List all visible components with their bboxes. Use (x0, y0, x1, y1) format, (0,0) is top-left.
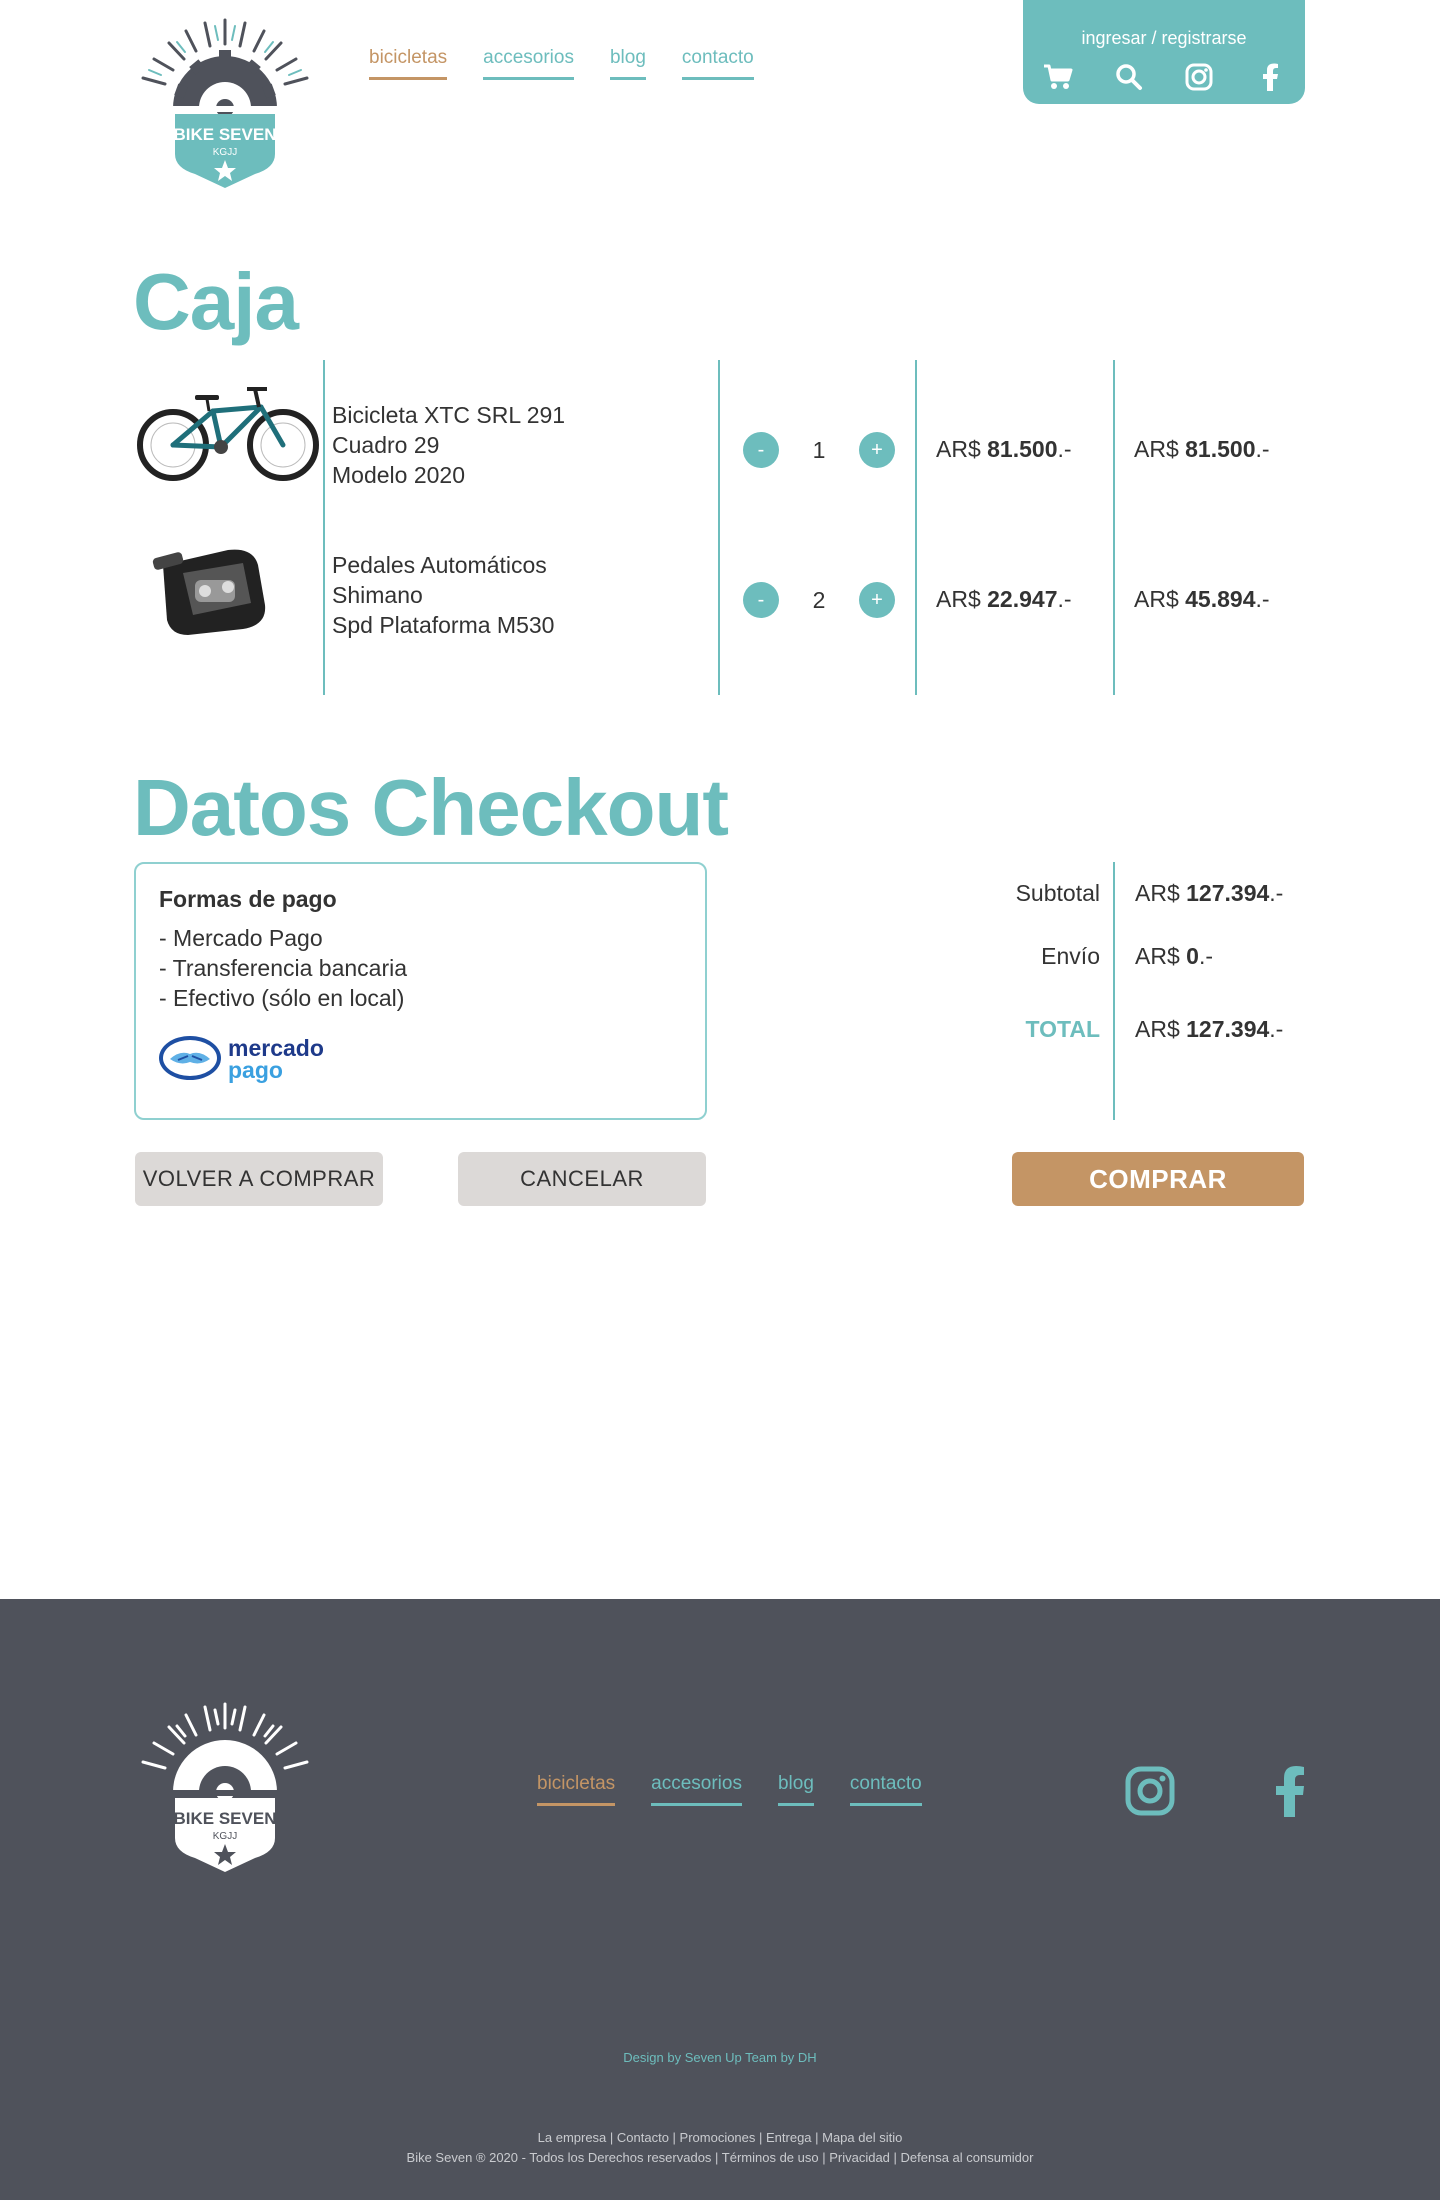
bike-seven-logo[interactable]: BIKE SEVEN KGJJ (133, 18, 317, 190)
svg-text:BIKE SEVEN: BIKE SEVEN (174, 1809, 277, 1828)
unit-price: AR$ 22.947.- (936, 586, 1072, 612)
payment-methods-box: Formas de pago - Mercado Pago - Transfer… (134, 862, 707, 1120)
footer-nav-bicicletas[interactable]: bicicletas (537, 1773, 616, 1806)
pedal-product-image (152, 549, 266, 635)
svg-text:KGJJ: KGJJ (213, 1831, 237, 1842)
line-total: AR$ 45.894.- (1134, 586, 1270, 612)
search-icon[interactable] (1112, 60, 1146, 94)
bike-seven-logo-footer[interactable]: BIKE SEVEN KGJJ (133, 1702, 317, 1874)
footer-links[interactable]: La empresa | Contacto | Promociones | En… (0, 2130, 1440, 2145)
quantity-stepper: - 2 + (743, 580, 895, 620)
cancel-button[interactable]: CANCELAR (458, 1152, 706, 1206)
product-name: Bicicleta XTC SRL 291 Cuadro 29 Modelo 2… (332, 402, 566, 488)
order-totals: Subtotal AR$ 127.394.- Envío AR$ 0.- TOT… (980, 862, 1305, 1120)
cart-title: Caja (133, 257, 299, 346)
footer-legal: Bike Seven ® 2020 - Todos los Derechos r… (406, 2150, 1034, 2165)
payment-method: - Mercado Pago (159, 925, 323, 951)
decrease-qty-button[interactable]: - (743, 432, 779, 468)
footer-nav-accesorios[interactable]: accesorios (651, 1773, 742, 1806)
instagram-icon[interactable] (1124, 1765, 1176, 1817)
payment-method: - Transferencia bancaria (159, 955, 408, 981)
total-label: TOTAL (1025, 1016, 1100, 1042)
login-register-link[interactable]: ingresar / registrarse (1023, 28, 1305, 49)
total-value: AR$ 127.394.- (1135, 1016, 1284, 1042)
user-panel: ingresar / registrarse (1023, 0, 1305, 104)
bike-product-image (137, 387, 319, 481)
facebook-icon[interactable] (1272, 1765, 1308, 1817)
shipping-label: Envío (1041, 943, 1100, 969)
design-credit: Design by Seven Up Team by DH (623, 2050, 817, 2065)
instagram-icon[interactable] (1182, 60, 1216, 94)
nav-contacto[interactable]: contacto (681, 47, 754, 80)
footer: BIKE SEVEN KGJJ bicicletas accesorios bl… (0, 1599, 1440, 2200)
svg-text:KGJJ: KGJJ (213, 147, 237, 158)
footer-nav: bicicletas accesorios blog contacto (537, 1773, 922, 1806)
payment-title: Formas de pago (159, 886, 337, 912)
product-name: Pedales Automáticos Shimano Spd Platafor… (332, 552, 555, 638)
quantity-value: 2 (812, 586, 826, 613)
nav-accesorios[interactable]: accesorios (483, 47, 574, 80)
nav-blog[interactable]: blog (609, 47, 646, 80)
shipping-value: AR$ 0.- (1135, 943, 1213, 969)
cart-row: Bicicleta XTC SRL 291 Cuadro 29 Modelo 2… (133, 360, 1305, 510)
svg-text:pago: pago (228, 1057, 283, 1083)
nav-bicicletas[interactable]: bicicletas (369, 47, 448, 80)
main-nav: bicicletas accesorios blog contacto (369, 47, 754, 80)
cart-row: Pedales Automáticos Shimano Spd Platafor… (133, 510, 1305, 660)
decrease-qty-button[interactable]: - (743, 582, 779, 618)
svg-text:BIKE SEVEN: BIKE SEVEN (174, 125, 277, 144)
increase-qty-button[interactable]: + (858, 432, 895, 468)
payment-method: - Efectivo (sólo en local) (159, 985, 405, 1011)
line-total: AR$ 81.500.- (1134, 436, 1270, 462)
mercado-pago-logo: mercado pago (159, 1035, 324, 1083)
increase-qty-button[interactable]: + (858, 582, 895, 618)
cart-icon[interactable] (1041, 60, 1075, 94)
cart-table: Bicicleta XTC SRL 291 Cuadro 29 Modelo 2… (133, 360, 1305, 695)
quantity-value: 1 (812, 436, 826, 463)
subtotal-value: AR$ 127.394.- (1135, 880, 1284, 906)
quantity-stepper: - 1 + (743, 430, 895, 470)
subtotal-label: Subtotal (1015, 880, 1100, 906)
footer-nav-blog[interactable]: blog (777, 1773, 814, 1806)
facebook-icon[interactable] (1253, 60, 1287, 94)
checkout-title: Datos Checkout (133, 763, 729, 852)
buy-button[interactable]: COMPRAR (1012, 1152, 1304, 1206)
unit-price: AR$ 81.500.- (936, 436, 1072, 462)
back-to-shop-button[interactable]: VOLVER A COMPRAR (135, 1152, 383, 1206)
footer-nav-contacto[interactable]: contacto (849, 1773, 922, 1806)
column-divider (1113, 862, 1115, 1120)
